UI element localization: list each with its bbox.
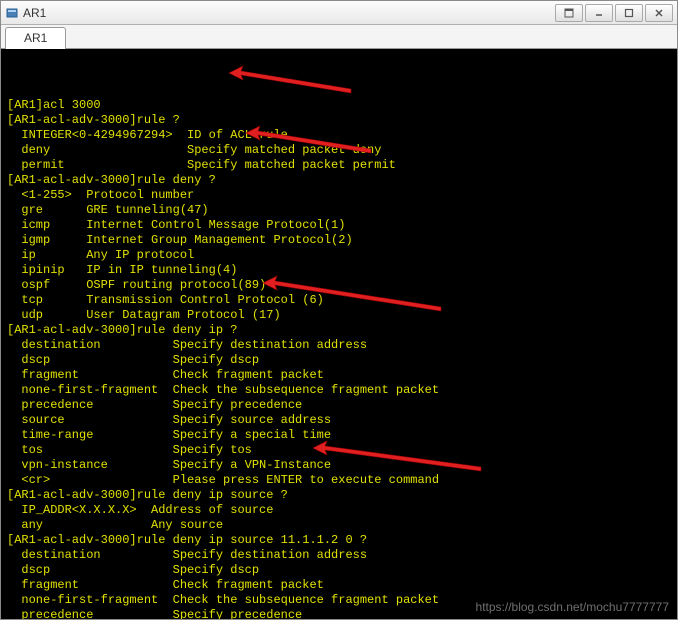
terminal-line: ipinip IP in IP tunneling(4) <box>7 263 671 278</box>
terminal-line: vpn-instance Specify a VPN-Instance <box>7 458 671 473</box>
maximize-button[interactable] <box>615 4 643 22</box>
terminal-line: [AR1-acl-adv-3000]rule deny ip source ? <box>7 488 671 503</box>
terminal-line: <cr> Please press ENTER to execute comma… <box>7 473 671 488</box>
window-buttons <box>555 4 673 22</box>
terminal-line: [AR1]acl 3000 <box>7 98 671 113</box>
extra-button[interactable] <box>555 4 583 22</box>
terminal-line: [AR1-acl-adv-3000]rule deny ip source 11… <box>7 533 671 548</box>
tab-ar1[interactable]: AR1 <box>5 27 66 49</box>
terminal-line: precedence Specify precedence <box>7 398 671 413</box>
window-title: AR1 <box>23 6 46 20</box>
terminal-line: permit Specify matched packet permit <box>7 158 671 173</box>
app-icon <box>5 6 19 20</box>
terminal-line: any Any source <box>7 518 671 533</box>
terminal-line: fragment Check fragment packet <box>7 368 671 383</box>
terminal-line: ip Any IP protocol <box>7 248 671 263</box>
terminal-line: gre GRE tunneling(47) <box>7 203 671 218</box>
close-button[interactable] <box>645 4 673 22</box>
terminal-line: time-range Specify a special time <box>7 428 671 443</box>
titlebar-left: AR1 <box>5 6 46 20</box>
terminal-line: source Specify source address <box>7 413 671 428</box>
terminal-line: [AR1-acl-adv-3000]rule ? <box>7 113 671 128</box>
terminal-line: icmp Internet Control Message Protocol(1… <box>7 218 671 233</box>
minimize-button[interactable] <box>585 4 613 22</box>
terminal-line: destination Specify destination address <box>7 338 671 353</box>
terminal-line: tos Specify tos <box>7 443 671 458</box>
window-titlebar[interactable]: AR1 <box>1 1 677 25</box>
terminal-line: destination Specify destination address <box>7 548 671 563</box>
terminal-line: INTEGER<0-4294967294> ID of ACL rule <box>7 128 671 143</box>
terminal-line: dscp Specify dscp <box>7 563 671 578</box>
watermark-text: https://blog.csdn.net/mochu7777777 <box>476 600 669 615</box>
terminal-line: dscp Specify dscp <box>7 353 671 368</box>
terminal-line: IP_ADDR<X.X.X.X> Address of source <box>7 503 671 518</box>
terminal-line: igmp Internet Group Management Protocol(… <box>7 233 671 248</box>
terminal-line: deny Specify matched packet deny <box>7 143 671 158</box>
app-window: AR1 AR1 [AR1]acl 3000[AR1-acl-adv-3000]r… <box>0 0 678 620</box>
terminal-line: ospf OSPF routing protocol(89) <box>7 278 671 293</box>
terminal-line: [AR1-acl-adv-3000]rule deny ip ? <box>7 323 671 338</box>
terminal-output[interactable]: [AR1]acl 3000[AR1-acl-adv-3000]rule ? IN… <box>1 49 677 619</box>
terminal-line: fragment Check fragment packet <box>7 578 671 593</box>
terminal-line: udp User Datagram Protocol (17) <box>7 308 671 323</box>
terminal-line: tcp Transmission Control Protocol (6) <box>7 293 671 308</box>
terminal-line: none-first-fragment Check the subsequenc… <box>7 383 671 398</box>
annotation-arrow <box>219 63 361 101</box>
terminal-line: [AR1-acl-adv-3000]rule deny ? <box>7 173 671 188</box>
tab-bar: AR1 <box>1 25 677 49</box>
terminal-line: <1-255> Protocol number <box>7 188 671 203</box>
